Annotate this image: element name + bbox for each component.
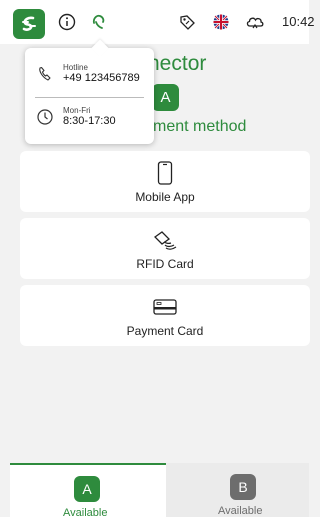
uk-flag-icon[interactable]	[210, 11, 232, 33]
clock-time: 10:42	[282, 14, 315, 29]
connector-b-status: Available	[218, 505, 263, 517]
hotline-row[interactable]: Hotline +49 123456789	[35, 63, 140, 85]
hotline-popup: Hotline +49 123456789 Mon-Fri 8:30-17:30	[25, 48, 154, 144]
phone-icon	[157, 160, 173, 186]
hours-value: 8:30-17:30	[63, 115, 116, 127]
popup-divider	[35, 97, 144, 98]
hours-label: Mon-Fri	[63, 106, 91, 115]
info-icon[interactable]	[56, 11, 78, 33]
payment-option-label: Payment Card	[126, 323, 204, 338]
brand-logo-icon[interactable]	[13, 9, 45, 39]
page-subtitle: yment method	[145, 118, 247, 135]
connector-tab-b[interactable]: B Available	[166, 463, 309, 517]
hours-row: Mon-Fri 8:30-17:30	[35, 106, 116, 128]
connector-b-badge: B	[230, 474, 256, 500]
payment-option-rfid-card[interactable]: RFID Card	[20, 218, 310, 279]
payment-option-label: RFID Card	[136, 256, 194, 271]
connector-tab-a[interactable]: A Available	[10, 463, 166, 517]
tag-icon[interactable]	[176, 11, 198, 33]
clock-icon	[35, 107, 55, 127]
credit-card-icon	[153, 294, 177, 320]
status-bar: 10:42	[0, 0, 315, 44]
hotline-number: +49 123456789	[63, 72, 140, 84]
connector-a-status: Available	[63, 507, 108, 517]
hotline-icon[interactable]	[88, 11, 110, 33]
cloud-icon[interactable]	[244, 11, 266, 33]
phone-handset-icon	[35, 64, 55, 84]
payment-option-mobile-app[interactable]: Mobile App	[20, 151, 310, 212]
page-title: nector	[148, 52, 207, 75]
selected-connector-badge: A	[152, 84, 179, 111]
rfid-icon	[152, 227, 178, 253]
connector-a-badge: A	[74, 476, 100, 502]
payment-option-payment-card[interactable]: Payment Card	[20, 285, 310, 346]
payment-option-label: Mobile App	[135, 189, 195, 204]
hotline-label: Hotline	[63, 63, 88, 72]
